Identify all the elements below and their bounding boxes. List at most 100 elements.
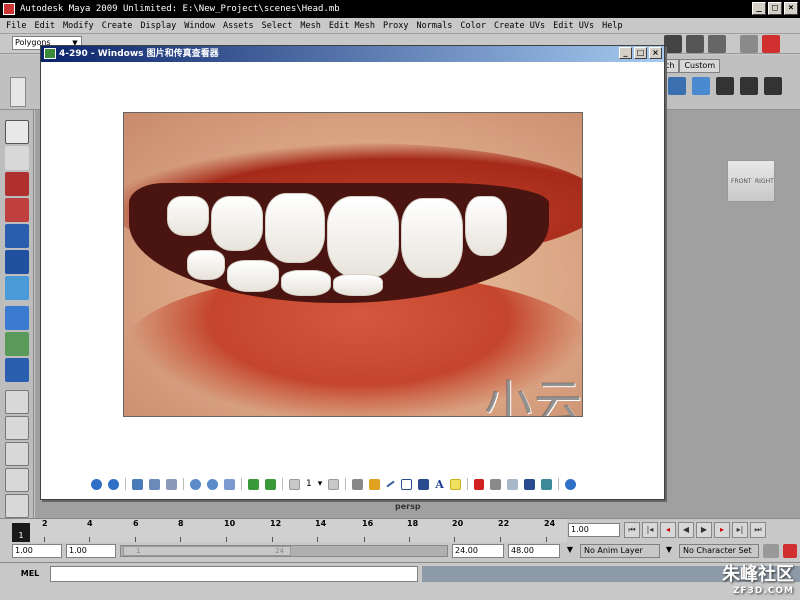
save-icon[interactable] [523, 478, 535, 490]
play-forwards-icon[interactable]: ▶ [696, 522, 712, 538]
next-page-icon[interactable] [328, 478, 340, 490]
maximize-button[interactable]: □ [768, 2, 782, 15]
page-number[interactable]: 1 [306, 479, 312, 489]
menu-mesh[interactable]: Mesh [300, 18, 320, 33]
pointer-icon[interactable] [224, 478, 235, 490]
universal-manipulator-icon[interactable] [5, 276, 29, 300]
annotation-select-icon[interactable] [352, 478, 364, 490]
menu-help[interactable]: Help [602, 18, 622, 33]
layout-icon[interactable] [664, 35, 682, 53]
command-input[interactable] [50, 566, 418, 582]
copy-icon[interactable] [506, 478, 518, 490]
pen-icon[interactable] [369, 478, 381, 490]
rotate-tool-icon[interactable] [5, 224, 29, 248]
checker-shelf-icon[interactable] [740, 77, 758, 95]
scale-tool-icon[interactable] [5, 250, 29, 274]
play-backwards-icon[interactable]: ◀ [678, 522, 694, 538]
step-forward-key-icon[interactable]: ▸ [714, 522, 730, 538]
time-slider[interactable]: 2 4 6 8 10 12 14 16 18 20 22 24 1 1.00 ⏮… [0, 518, 800, 543]
menu-color[interactable]: Color [460, 18, 486, 33]
viewer-close-button[interactable]: × [649, 47, 662, 59]
range-bar[interactable]: 1 24 [120, 545, 448, 557]
chevron-down-icon[interactable]: ▼ [662, 545, 676, 557]
minimize-button[interactable]: _ [752, 2, 766, 15]
current-time-field[interactable]: 1.00 [568, 523, 620, 537]
outliner-layout-icon[interactable] [5, 468, 29, 492]
menu-normals[interactable]: Normals [417, 18, 453, 33]
playback-start-field[interactable]: 1.00 [66, 544, 116, 558]
single-pane-layout-icon[interactable] [5, 390, 29, 414]
rotate-counterclockwise-icon[interactable] [265, 478, 276, 490]
timeline-ruler[interactable]: 2 4 6 8 10 12 14 16 18 20 22 24 [12, 519, 567, 543]
animation-start-field[interactable]: 1.00 [12, 544, 62, 558]
zoom-out-icon[interactable] [207, 478, 218, 490]
current-frame-marker[interactable]: 1 [12, 523, 30, 543]
animation-end-field[interactable]: 48.00 [508, 544, 560, 558]
select-tool-icon[interactable] [5, 120, 29, 144]
menu-modify[interactable]: Modify [63, 18, 94, 33]
step-back-key-icon[interactable]: ◂ [660, 522, 676, 538]
viewer-minimize-button[interactable]: _ [619, 47, 632, 59]
help-icon[interactable] [564, 478, 576, 490]
delete-icon[interactable] [473, 478, 484, 490]
actual-size-icon[interactable] [149, 478, 160, 490]
four-pane-layout-icon[interactable] [5, 416, 29, 440]
viewer-maximize-button[interactable]: □ [634, 47, 647, 59]
open-for-editing-icon[interactable] [540, 478, 552, 490]
menu-proxy[interactable]: Proxy [383, 18, 409, 33]
polygon-shelf-icon[interactable] [668, 77, 686, 95]
slideshow-icon[interactable] [166, 478, 177, 490]
next-image-icon[interactable] [108, 478, 119, 490]
playback-end-field[interactable]: 24.00 [452, 544, 504, 558]
menu-edit-uvs[interactable]: Edit UVs [553, 18, 594, 33]
anim-layer-dropdown[interactable]: No Anim Layer [580, 544, 660, 558]
two-pane-layout-icon[interactable] [5, 442, 29, 466]
chevron-down-icon[interactable]: ▾ [318, 479, 323, 489]
step-forward-frame-icon[interactable]: ▸| [732, 522, 748, 538]
step-back-frame-icon[interactable]: |◂ [642, 522, 658, 538]
show-manipulator-icon[interactable] [5, 332, 29, 356]
paint-select-tool-icon[interactable] [5, 172, 29, 196]
preferences-icon[interactable] [783, 544, 797, 558]
viewcube[interactable]: FRONT RIGHT [727, 160, 775, 202]
range-handle[interactable]: 1 24 [123, 546, 291, 556]
lasso-tool-icon[interactable] [5, 146, 29, 170]
channel-box-icon[interactable] [740, 35, 758, 53]
go-to-end-icon[interactable]: ⏭ [750, 522, 766, 538]
menu-display[interactable]: Display [140, 18, 176, 33]
checker-shelf-icon[interactable] [716, 77, 734, 95]
checker-shelf-icon[interactable] [764, 77, 782, 95]
page-icon[interactable] [289, 478, 300, 490]
text-tool-icon[interactable]: A [435, 478, 444, 491]
menu-window[interactable]: Window [184, 18, 215, 33]
note-icon[interactable] [449, 478, 461, 490]
menu-file[interactable]: File [6, 18, 26, 33]
close-button[interactable]: × [784, 2, 798, 15]
menu-edit-mesh[interactable]: Edit Mesh [329, 18, 375, 33]
menu-create[interactable]: Create [102, 18, 133, 33]
rectangle-icon[interactable] [401, 478, 413, 490]
previous-image-icon[interactable] [91, 478, 102, 490]
menu-assets[interactable]: Assets [223, 18, 254, 33]
chevron-down-icon[interactable]: ▼ [563, 545, 577, 557]
menu-edit[interactable]: Edit [34, 18, 54, 33]
graph-layout-icon[interactable] [5, 494, 29, 518]
ipr-render-icon[interactable] [708, 35, 726, 53]
soft-mod-icon[interactable] [5, 306, 29, 330]
key-icon[interactable] [763, 544, 779, 558]
last-tool-icon[interactable] [5, 358, 29, 382]
zoom-in-icon[interactable] [190, 478, 201, 490]
best-fit-icon[interactable] [132, 478, 143, 490]
menu-select[interactable]: Select [262, 18, 293, 33]
command-language-label[interactable]: MEL [12, 567, 48, 581]
move-tool-icon[interactable] [5, 198, 29, 222]
filled-rectangle-icon[interactable] [418, 478, 430, 490]
character-set-dropdown[interactable]: No Character Set [679, 544, 759, 558]
line-icon[interactable] [386, 480, 396, 488]
image-viewer-title-bar[interactable]: 4-290 - Windows 图片和传真查看器 _ □ × [41, 46, 664, 62]
render-icon[interactable] [686, 35, 704, 53]
shelf-menu-button[interactable] [10, 77, 26, 107]
print-icon[interactable] [489, 478, 501, 490]
rotate-clockwise-icon[interactable] [248, 478, 259, 490]
shelf-tab-custom[interactable]: Custom [679, 59, 721, 73]
